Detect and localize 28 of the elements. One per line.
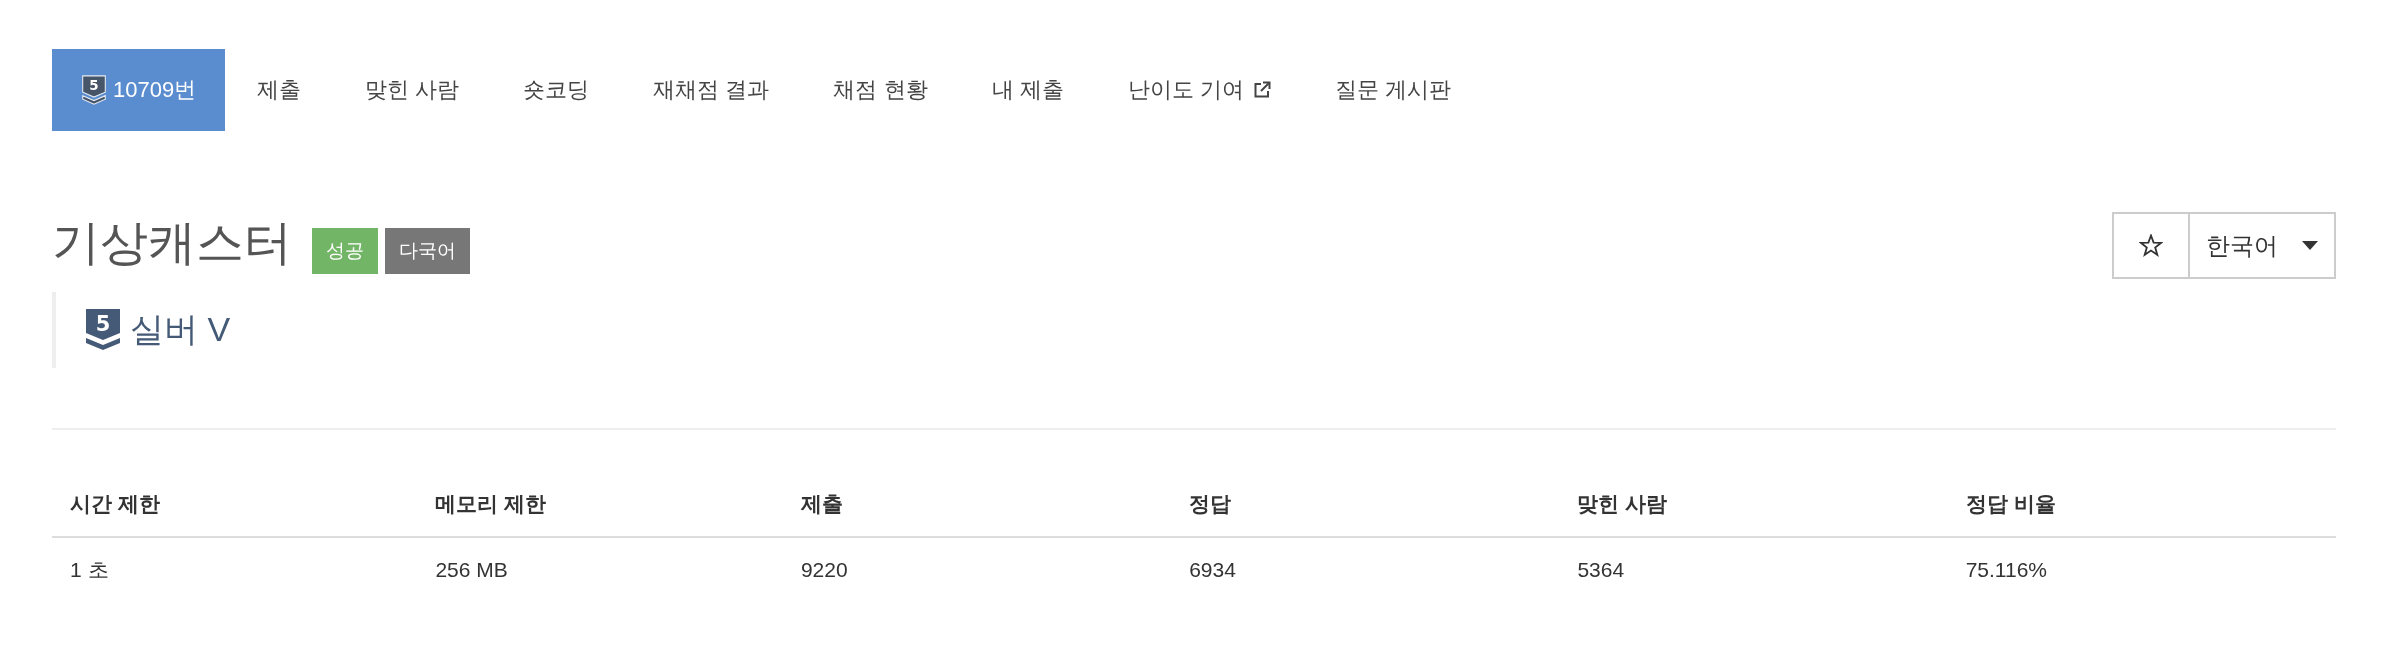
table-header: 정답 비율 <box>1947 472 2336 537</box>
problem-title: 기상캐스터 <box>52 215 292 271</box>
nav-tab[interactable]: 제출 <box>225 49 334 131</box>
caret-icon <box>2302 241 2318 250</box>
table-header: 메모리 제한 <box>417 472 783 537</box>
table-header: 맞힌 사람 <box>1559 472 1948 537</box>
nav-tab[interactable]: 난이도 기여 <box>1095 49 1303 131</box>
table-header: 제출 <box>782 472 1172 537</box>
table-cell: 9220 <box>782 537 1172 602</box>
table-cell: 75.116% <box>1947 537 2336 602</box>
nav-tab[interactable]: 재채점 결과 <box>621 49 802 131</box>
star-button[interactable] <box>2112 212 2190 279</box>
table-header: 시간 제한 <box>52 472 418 537</box>
table-cell: 6934 <box>1171 537 1560 602</box>
tier-name: 실버 V <box>130 309 231 350</box>
nav-tab[interactable]: 질문 게시판 <box>1302 49 1483 131</box>
table-cell: 1 초 <box>52 537 418 602</box>
table-cell: 5364 <box>1559 537 1948 602</box>
nav-tab[interactable]: 내 제출 <box>959 49 1096 131</box>
nav-tab[interactable]: 숏코딩 <box>491 49 622 131</box>
table-header: 정답 <box>1171 472 1560 537</box>
nav-tab[interactable]: 맞힌 사람 <box>333 49 492 131</box>
table-cell: 256 MB <box>417 537 783 602</box>
problem-tag: 성공 <box>312 228 378 274</box>
nav-tab[interactable]: 채점 현황 <box>801 49 960 131</box>
problem-tag: 다국어 <box>385 228 470 274</box>
nav-tab[interactable]: 5 10709번 <box>52 49 226 131</box>
language-select[interactable]: 한국어 <box>2188 212 2336 279</box>
